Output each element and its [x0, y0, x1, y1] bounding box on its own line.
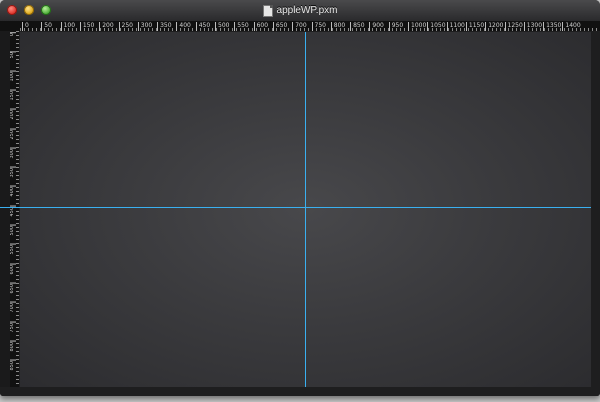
window-title: appleWP.pxm: [276, 5, 338, 16]
ruler-tick-label: 500: [10, 225, 16, 236]
title-container: appleWP.pxm: [0, 0, 600, 21]
ruler-tick-label: 500: [215, 22, 229, 31]
horizontal-guide[interactable]: [0, 207, 591, 208]
ruler-tick-label: 550: [10, 244, 16, 255]
vertical-ruler[interactable]: 0 50 100 150 200 250 300 350 400 450 500 550 600 650 7…: [10, 31, 19, 387]
ruler-tick-label: 550: [234, 22, 249, 31]
ruler-tick-label: 100: [10, 70, 16, 82]
ruler-tick-label: 350: [10, 167, 16, 178]
title-bar[interactable]: appleWP.pxm: [0, 0, 600, 22]
ruler-tick-label: 1050: [427, 22, 446, 31]
ruler-tick-label: 600: [10, 263, 16, 275]
ruler-tick-label: 650: [272, 22, 287, 31]
ruler-tick-label: 50: [10, 51, 16, 59]
close-button[interactable]: [7, 5, 17, 15]
ruler-tick-label: 200: [99, 22, 114, 31]
zoom-button[interactable]: [41, 5, 51, 15]
vertical-guide[interactable]: [305, 32, 306, 387]
ruler-tick-label: 1200: [485, 22, 503, 31]
ruler-tick-label: 1150: [465, 22, 484, 31]
ruler-tick-label: 750: [10, 321, 16, 333]
ruler-tick-label: 850: [10, 360, 16, 371]
ruler-tick-label: 800: [330, 22, 345, 31]
ruler-tick-label: 250: [118, 22, 133, 31]
ruler-tick-label: 100: [60, 22, 75, 31]
ruler-tick-label: 1100: [446, 22, 465, 31]
ruler-tick-label: 50: [41, 22, 52, 31]
ruler-tick-label: 250: [10, 128, 16, 140]
ruler-tick-label: 600: [253, 22, 268, 31]
ruler-tick-label: 700: [292, 22, 307, 31]
ruler-tick-label: 300: [10, 147, 16, 159]
ruler-tick-label: 150: [10, 89, 16, 101]
ruler-corner: [0, 22, 20, 31]
zoom-icon: [41, 5, 51, 15]
ruler-tick-label: 800: [10, 340, 16, 352]
ruler-tick-label: 0: [10, 32, 16, 37]
ruler-tick-label: 150: [79, 22, 94, 31]
ruler-tick-label: 300: [137, 22, 152, 31]
ruler-tick-label: 950: [388, 22, 403, 31]
close-icon: [7, 5, 17, 15]
ruler-tick-label: 1250: [504, 22, 523, 31]
ruler-tick-label: 650: [10, 282, 16, 294]
ruler-tick-label: 850: [350, 22, 365, 31]
ruler-tick-label: 750: [311, 22, 326, 31]
minimize-button[interactable]: [24, 5, 34, 15]
canvas[interactable]: [0, 32, 591, 387]
left-border: [0, 31, 10, 387]
horizontal-ruler[interactable]: 0 50 100 150 200 250 300 350 400 450 500 550 600 650 7…: [20, 22, 600, 31]
ruler-tick-label: 200: [10, 109, 16, 120]
bottom-border: [0, 387, 600, 396]
ruler-tick-label: 0: [22, 22, 29, 31]
minimize-icon: [24, 5, 34, 15]
right-border: [591, 31, 600, 387]
ruler-tick-label: 1000: [408, 22, 426, 31]
ruler-tick-label: 350: [157, 22, 172, 31]
document-icon[interactable]: [262, 4, 273, 17]
ruler-tick-label: 1400: [562, 22, 581, 31]
ruler-tick-label: 900: [369, 22, 384, 31]
ruler-tick-label: 450: [195, 22, 210, 31]
ruler-tick-label: 1300: [523, 22, 542, 31]
ruler-tick-label: 1350: [543, 22, 561, 31]
ruler-tick-label: 700: [10, 302, 16, 313]
ruler-tick-label: 400: [176, 22, 191, 31]
ruler-tick-label: 400: [10, 186, 16, 197]
document-window: appleWP.pxm 0 50 100 150 200 250 300 350 400 450 5…: [0, 0, 600, 396]
